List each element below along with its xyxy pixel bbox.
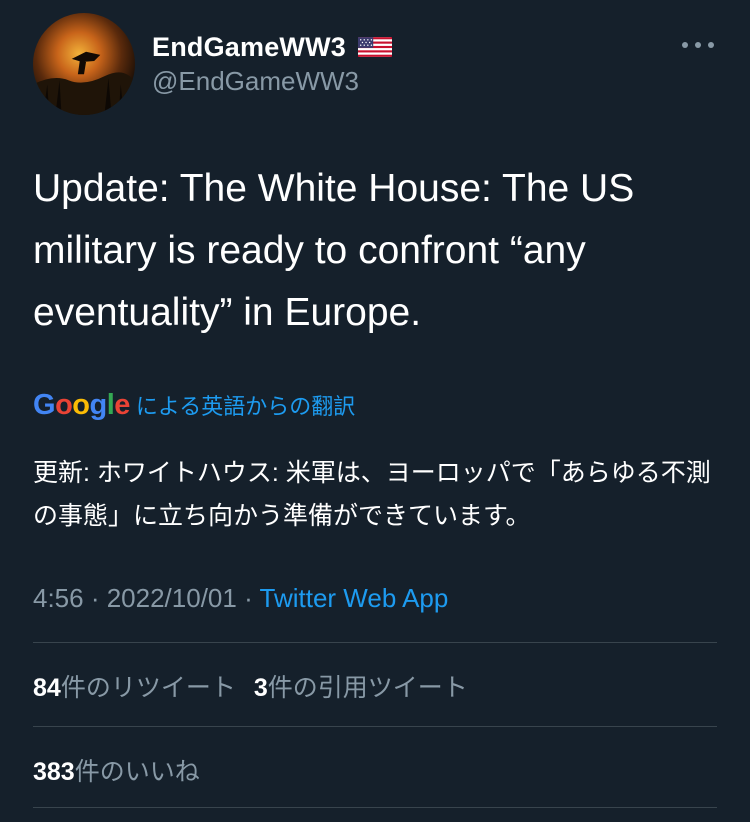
tweet-meta: 4:56 · 2022/10/01 · Twitter Web App (33, 583, 448, 614)
display-name[interactable]: EndGameWW3 (152, 32, 346, 63)
google-logo: Google (33, 388, 130, 421)
quotes-label: 件の引用ツイート (267, 674, 468, 702)
avatar[interactable] (33, 13, 135, 115)
user-name-row: EndGameWW3 (152, 30, 393, 64)
retweet-stats-row: 84件のリツイート 3件の引用ツイート (33, 668, 468, 704)
likes-label: 件のいいね (74, 758, 200, 786)
tweet-source-link[interactable]: Twitter Web App (260, 583, 449, 613)
us-flag-icon (358, 37, 393, 57)
tweet-date[interactable]: 2022/10/01 (107, 583, 237, 613)
tweet-time[interactable]: 4:56 (33, 583, 84, 613)
divider (33, 726, 717, 727)
avatar-image (33, 13, 135, 115)
retweets-count: 84 (33, 674, 61, 702)
retweets-label: 件のリツイート (60, 674, 236, 702)
translation-label[interactable]: Google による英語からの翻訳 (33, 389, 355, 421)
quotes-count: 3 (253, 674, 268, 702)
meta-separator: · (236, 583, 260, 613)
retweets-stat[interactable]: 84件のリツイート (33, 674, 236, 702)
translated-tweet-text: 更新: ホワイトハウス: 米軍は、ヨーロッパで「あらゆる不測の事態」に立ち向かう… (33, 459, 711, 530)
divider (33, 807, 717, 808)
more-options-button[interactable] (676, 30, 720, 60)
likes-stat[interactable]: 383件のいいね (33, 758, 200, 786)
user-handle[interactable]: @EndGameWW3 (152, 66, 359, 97)
likes-stats-row: 383件のいいね (33, 752, 200, 788)
divider (33, 642, 717, 643)
tweet-text: Update: The White House: The US military… (33, 167, 635, 334)
more-horizontal-icon (682, 42, 714, 48)
translated-by-label: による英語からの翻訳 (135, 394, 356, 419)
likes-count: 383 (33, 758, 75, 786)
quotes-stat[interactable]: 3件の引用ツイート (254, 674, 468, 702)
meta-separator: · (83, 583, 107, 613)
